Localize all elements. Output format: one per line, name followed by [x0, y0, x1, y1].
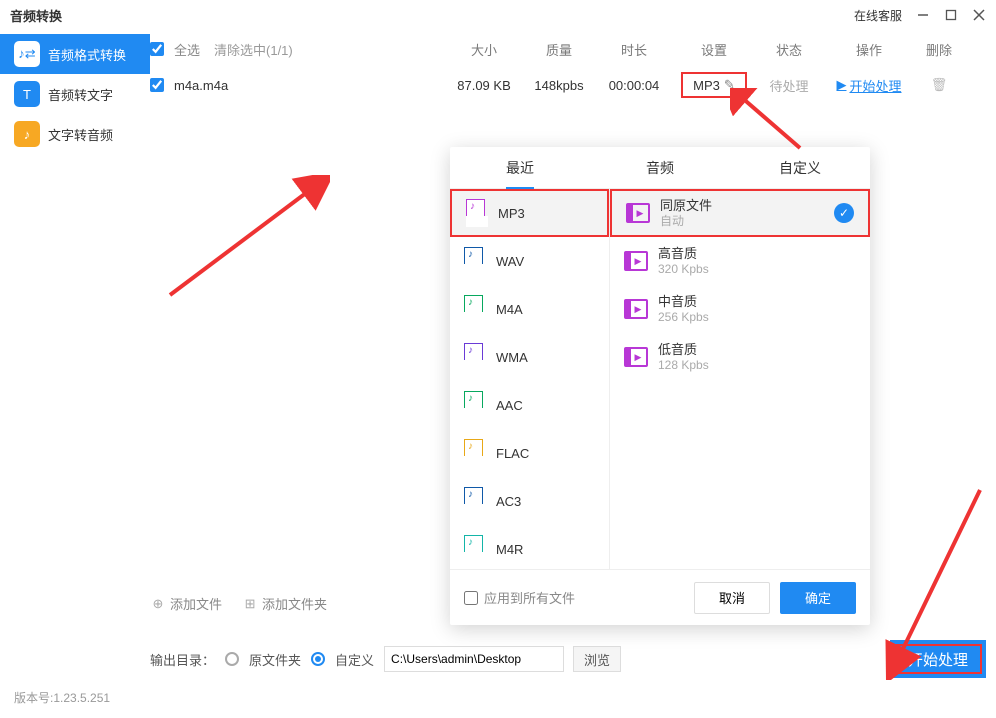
select-all-checkbox[interactable] — [150, 42, 164, 56]
m4a-icon: ♪ — [464, 295, 486, 323]
quality-list: 同原文件自动 ✓ 高音质320 Kpbs 中音质256 Kpbs 低音质128 … — [610, 189, 870, 569]
plus-circle-icon: ⊕ — [150, 596, 166, 612]
tab-audio[interactable]: 音频 — [590, 147, 730, 188]
sidebar-item-format-convert[interactable]: ♪⇄ 音频格式转换 — [0, 34, 150, 74]
file-quality: 148kpbs — [524, 78, 594, 93]
format-list: ♪MP3 ♪WAV ♪M4A ♪WMA ♪AAC ♪FLAC ♪AC3 ♪M4R — [450, 189, 610, 569]
online-service-link[interactable]: 在线客服 — [854, 7, 902, 24]
radio-custom-label[interactable]: 自定义 — [335, 650, 374, 669]
minimize-button[interactable] — [916, 8, 930, 22]
mp3-icon: ♪ — [466, 199, 488, 227]
close-button[interactable] — [972, 8, 986, 22]
format-item-m4r[interactable]: ♪M4R — [450, 525, 609, 569]
music-convert-icon: ♪⇄ — [14, 41, 40, 67]
file-row: m4a.m4a 87.09 KB 148kpbs 00:00:04 MP3 ✎ … — [150, 64, 986, 106]
file-state: 待处理 — [754, 76, 824, 95]
sidebar: ♪⇄ 音频格式转换 T 音频转文字 ♪ 文字转音频 — [0, 34, 150, 154]
format-item-mp3[interactable]: ♪MP3 — [450, 189, 609, 237]
maximize-button[interactable] — [944, 8, 958, 22]
delete-file-button[interactable]: 🗑 — [931, 77, 948, 92]
text-to-audio-icon: ♪ — [14, 121, 40, 147]
app-title: 音频转换 — [10, 6, 62, 25]
quality-item-mid[interactable]: 中音质256 Kpbs — [610, 285, 870, 333]
popup-footer: 应用到所有文件 取消 确定 — [450, 569, 870, 625]
select-all-label[interactable]: 全选 — [174, 40, 200, 59]
output-path-input[interactable] — [384, 646, 564, 672]
start-process-button[interactable]: 开始处理 — [890, 640, 986, 678]
aac-icon: ♪ — [464, 391, 486, 419]
cancel-button[interactable]: 取消 — [694, 582, 770, 614]
output-row: 输出目录： 原文件夹 自定义 浏览 开始处理 — [150, 640, 986, 678]
file-setting-value: MP3 — [693, 78, 720, 93]
sidebar-item-label: 音频转文字 — [48, 85, 113, 104]
add-row: ⊕ 添加文件 ⊞ 添加文件夹 — [150, 594, 327, 613]
sidebar-item-text-to-audio[interactable]: ♪ 文字转音频 — [0, 114, 150, 154]
radio-source-folder[interactable] — [225, 652, 239, 666]
col-quality-header: 质量 — [524, 40, 594, 59]
sidebar-item-audio-to-text[interactable]: T 音频转文字 — [0, 74, 150, 114]
format-popup: 最近 音频 自定义 ♪MP3 ♪WAV ♪M4A ♪WMA ♪AAC ♪FLAC… — [450, 147, 870, 625]
ok-button[interactable]: 确定 — [780, 582, 856, 614]
quality-icon — [624, 299, 648, 319]
file-checkbox[interactable] — [150, 78, 164, 92]
quality-item-high[interactable]: 高音质320 Kpbs — [610, 237, 870, 285]
quality-icon — [624, 347, 648, 367]
format-item-aac[interactable]: ♪AAC — [450, 381, 609, 429]
quality-item-low[interactable]: 低音质128 Kpbs — [610, 333, 870, 381]
wav-icon: ♪ — [464, 247, 486, 275]
file-name[interactable]: m4a.m4a — [174, 78, 444, 93]
col-size-header: 大小 — [444, 40, 524, 59]
flac-icon: ♪ — [464, 439, 486, 467]
version-label: 版本号:1.23.5.251 — [14, 689, 110, 706]
titlebar: 音频转换 在线客服 — [0, 0, 996, 30]
quality-item-same[interactable]: 同原文件自动 ✓ — [610, 189, 870, 237]
edit-icon: ✎ — [724, 77, 735, 93]
apply-all-checkbox[interactable]: 应用到所有文件 — [464, 588, 575, 607]
sidebar-item-label: 文字转音频 — [48, 125, 113, 144]
radio-source-label[interactable]: 原文件夹 — [249, 650, 301, 669]
quality-icon — [624, 251, 648, 271]
ac3-icon: ♪ — [464, 487, 486, 515]
main-area: 全选 清除选中(1/1) 大小 质量 时长 设置 状态 操作 删除 m4a.m4… — [150, 34, 986, 718]
clear-selected-link[interactable]: 清除选中(1/1) — [214, 40, 293, 59]
format-item-flac[interactable]: ♪FLAC — [450, 429, 609, 477]
format-item-ac3[interactable]: ♪AC3 — [450, 477, 609, 525]
radio-custom-folder[interactable] — [311, 652, 325, 666]
table-header: 全选 清除选中(1/1) 大小 质量 时长 设置 状态 操作 删除 — [150, 34, 986, 64]
col-del-header: 删除 — [914, 40, 964, 59]
play-icon: ▶ — [836, 77, 846, 93]
file-size: 87.09 KB — [444, 78, 524, 93]
add-file-button[interactable]: ⊕ 添加文件 — [150, 594, 222, 613]
popup-tabs: 最近 音频 自定义 — [450, 147, 870, 189]
audio-to-text-icon: T — [14, 81, 40, 107]
col-setting-header: 设置 — [674, 40, 754, 59]
file-setting-cell[interactable]: MP3 ✎ — [674, 72, 754, 98]
file-start-link[interactable]: ▶ 开始处理 — [836, 76, 901, 95]
check-icon: ✓ — [834, 203, 854, 223]
format-item-wma[interactable]: ♪WMA — [450, 333, 609, 381]
browse-button[interactable]: 浏览 — [573, 646, 621, 672]
add-folder-button[interactable]: ⊞ 添加文件夹 — [242, 594, 327, 613]
col-state-header: 状态 — [754, 40, 824, 59]
sidebar-item-label: 音频格式转换 — [48, 45, 126, 64]
tab-recent[interactable]: 最近 — [450, 147, 590, 188]
file-duration: 00:00:04 — [594, 78, 674, 93]
m4r-icon: ♪ — [464, 535, 486, 563]
quality-icon — [626, 203, 650, 223]
col-duration-header: 时长 — [594, 40, 674, 59]
wma-icon: ♪ — [464, 343, 486, 371]
format-item-wav[interactable]: ♪WAV — [450, 237, 609, 285]
titlebar-right: 在线客服 — [854, 7, 986, 24]
col-op-header: 操作 — [824, 40, 914, 59]
tab-custom[interactable]: 自定义 — [730, 147, 870, 188]
output-label: 输出目录： — [150, 650, 215, 669]
plus-square-icon: ⊞ — [242, 596, 258, 612]
format-item-m4a[interactable]: ♪M4A — [450, 285, 609, 333]
